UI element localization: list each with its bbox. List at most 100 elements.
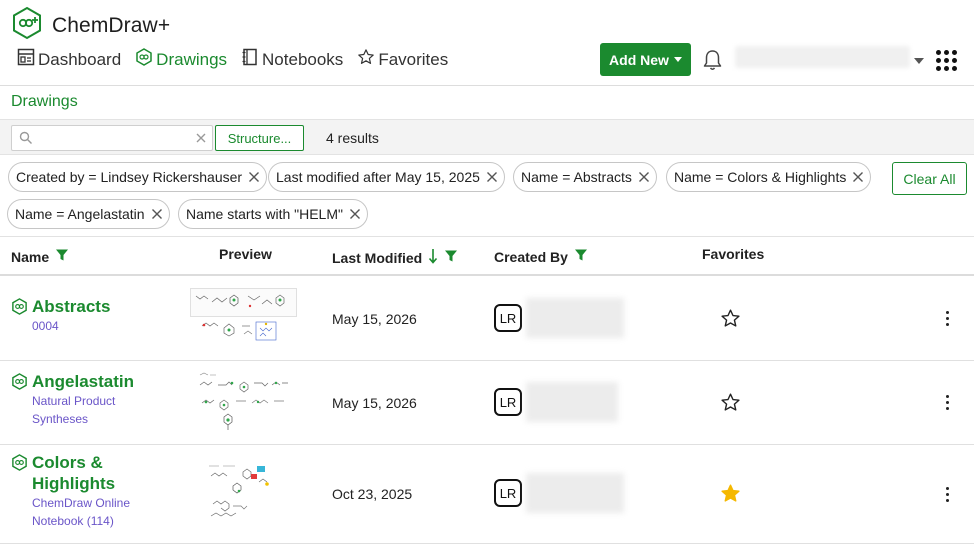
results-count: 4 results bbox=[326, 130, 379, 146]
creator-name bbox=[526, 298, 624, 338]
add-new-button[interactable]: Add New bbox=[600, 43, 691, 76]
table-row-name: Abstracts 0004 bbox=[11, 296, 110, 335]
column-favorites-label: Favorites bbox=[702, 246, 765, 262]
chevron-down-icon bbox=[673, 57, 682, 62]
column-header-created-by[interactable]: Created By bbox=[494, 248, 588, 265]
drawing-icon bbox=[11, 454, 28, 530]
filter-chip[interactable]: Last modified after May 15, 2025 bbox=[268, 162, 505, 192]
avatar: LR bbox=[494, 479, 522, 507]
star-icon bbox=[357, 48, 375, 71]
row-divider bbox=[0, 444, 974, 445]
user-menu-chevron-icon[interactable] bbox=[914, 58, 924, 64]
main-nav: Dashboard Drawings Notebooks Favorites bbox=[17, 48, 448, 71]
table-header-divider bbox=[0, 274, 974, 276]
drawing-preview-thumbnail[interactable] bbox=[190, 288, 297, 355]
favorite-star-filled-icon[interactable] bbox=[720, 483, 741, 509]
column-header-favorites: Favorites bbox=[702, 246, 764, 262]
close-icon[interactable] bbox=[248, 171, 260, 183]
drawing-name-link[interactable]: Abstracts bbox=[32, 296, 110, 317]
favorite-star-icon[interactable] bbox=[720, 392, 741, 418]
dashboard-icon bbox=[17, 48, 35, 71]
column-last-modified-label: Last Modified bbox=[332, 249, 423, 266]
page-title: Drawings bbox=[11, 93, 78, 110]
filters-divider bbox=[0, 236, 974, 237]
filter-chip-label: Created by = Lindsey Rickershauser bbox=[16, 169, 243, 185]
notebook-link[interactable]: 0004 bbox=[32, 317, 110, 335]
clear-search-icon[interactable] bbox=[195, 131, 207, 149]
last-modified-date: May 15, 2026 bbox=[332, 311, 417, 327]
last-modified-date: May 15, 2026 bbox=[332, 395, 417, 411]
notebook-icon bbox=[241, 48, 259, 71]
filter-chip[interactable]: Created by = Lindsey Rickershauser bbox=[8, 162, 268, 192]
app-launcher-icon[interactable] bbox=[936, 50, 957, 71]
drawing-name-link[interactable]: Colors & bbox=[32, 452, 130, 473]
chemdraw-logo-icon bbox=[10, 6, 44, 45]
drawing-name-link[interactable]: Highlights bbox=[32, 473, 130, 494]
column-preview-label: Preview bbox=[219, 246, 272, 262]
nav-drawings-label: Drawings bbox=[156, 49, 228, 69]
filter-chip-label: Name = Angelastatin bbox=[15, 206, 145, 222]
close-icon[interactable] bbox=[486, 171, 498, 183]
notebook-link[interactable]: Notebook (114) bbox=[32, 512, 130, 530]
nav-dashboard-label: Dashboard bbox=[38, 49, 122, 69]
row-menu-icon[interactable] bbox=[946, 311, 949, 326]
column-created-by-label: Created By bbox=[494, 248, 568, 265]
add-new-label: Add New bbox=[609, 51, 669, 68]
column-header-last-modified[interactable]: Last Modified bbox=[332, 248, 458, 267]
nav-favorites-label: Favorites bbox=[378, 49, 449, 69]
close-icon[interactable] bbox=[349, 208, 361, 220]
drawing-preview-thumbnail[interactable] bbox=[203, 460, 277, 529]
creator-name bbox=[526, 382, 618, 422]
row-menu-icon[interactable] bbox=[946, 395, 949, 410]
close-icon[interactable] bbox=[638, 171, 650, 183]
drawing-name-link[interactable]: Angelastatin bbox=[32, 371, 134, 392]
structure-search-button[interactable]: Structure... bbox=[215, 125, 304, 151]
notebook-link[interactable]: Natural Product bbox=[32, 392, 134, 410]
search-toolbar: Structure... 4 results bbox=[0, 119, 974, 155]
app-name: ChemDraw+ bbox=[52, 13, 171, 37]
filter-chip-label: Name starts with "HELM" bbox=[186, 206, 343, 222]
app-brand[interactable]: ChemDraw+ bbox=[10, 6, 170, 45]
filter-chip[interactable]: Name starts with "HELM" bbox=[178, 199, 368, 229]
creator-name bbox=[526, 473, 624, 513]
filter-icon[interactable] bbox=[574, 248, 588, 265]
filter-icon[interactable] bbox=[55, 248, 69, 265]
filter-chip[interactable]: Name = Angelastatin bbox=[7, 199, 170, 229]
close-icon[interactable] bbox=[852, 171, 864, 183]
bell-icon[interactable] bbox=[702, 49, 723, 76]
filter-chip[interactable]: Name = Abstracts bbox=[513, 162, 657, 192]
drawing-icon bbox=[11, 373, 28, 428]
last-modified-date: Oct 23, 2025 bbox=[332, 486, 413, 502]
clear-all-button[interactable]: Clear All bbox=[892, 162, 967, 195]
row-menu-icon[interactable] bbox=[946, 487, 949, 502]
row-divider bbox=[0, 360, 974, 361]
table-row-name: Angelastatin Natural Product Syntheses bbox=[11, 371, 134, 428]
nav-favorites[interactable]: Favorites bbox=[357, 48, 448, 71]
sort-down-arrow-icon[interactable] bbox=[428, 248, 438, 267]
nav-drawings[interactable]: Drawings bbox=[135, 48, 227, 71]
filter-icon[interactable] bbox=[444, 249, 458, 266]
favorite-star-icon[interactable] bbox=[720, 308, 741, 334]
column-header-name[interactable]: Name bbox=[11, 248, 69, 265]
row-divider bbox=[0, 543, 974, 544]
nav-dashboard[interactable]: Dashboard bbox=[17, 48, 121, 71]
drawing-preview-thumbnail[interactable] bbox=[196, 369, 292, 438]
header-divider bbox=[0, 85, 974, 86]
filter-chip-label: Name = Abstracts bbox=[521, 169, 632, 185]
avatar: LR bbox=[494, 388, 522, 416]
notebook-link[interactable]: ChemDraw Online bbox=[32, 494, 130, 512]
notebook-link[interactable]: Syntheses bbox=[32, 410, 134, 428]
filter-chip-label: Last modified after May 15, 2025 bbox=[276, 169, 480, 185]
filter-chip-label: Name = Colors & Highlights bbox=[674, 169, 847, 185]
nav-notebooks[interactable]: Notebooks bbox=[241, 48, 343, 71]
avatar: LR bbox=[494, 304, 522, 332]
column-name-label: Name bbox=[11, 248, 50, 265]
search-input[interactable] bbox=[11, 125, 213, 151]
drawing-icon bbox=[11, 298, 28, 335]
drawing-icon bbox=[135, 48, 153, 71]
search-icon bbox=[19, 131, 33, 150]
table-row-name: Colors & Highlights ChemDraw Online Note… bbox=[11, 452, 130, 530]
user-menu[interactable] bbox=[735, 46, 910, 68]
filter-chip[interactable]: Name = Colors & Highlights bbox=[666, 162, 872, 192]
close-icon[interactable] bbox=[151, 208, 163, 220]
